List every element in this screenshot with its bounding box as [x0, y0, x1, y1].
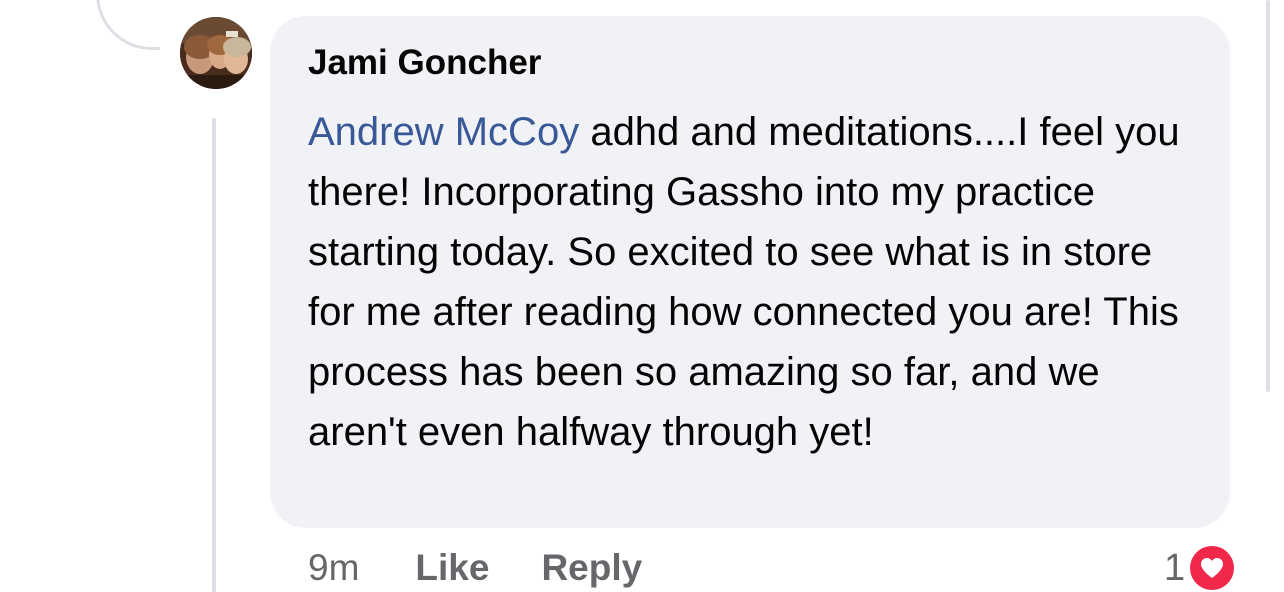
reply-button[interactable]: Reply [541, 547, 642, 589]
comment-timestamp[interactable]: 9m [308, 547, 359, 589]
love-heart-badge [1190, 546, 1235, 590]
comment-thread: Jami Goncher Andrew McCoy adhd and medit… [0, 0, 1284, 592]
like-button[interactable]: Like [415, 547, 489, 589]
reaction-count: 1 [1164, 546, 1186, 589]
comment-body: adhd and meditations....I feel you there… [308, 110, 1180, 454]
reply-thread-line [212, 118, 216, 592]
reaction-summary[interactable]: 1 [1164, 540, 1238, 592]
scroll-edge [1266, 0, 1270, 392]
profile-photo-icon [180, 17, 252, 89]
love-heart-icon [1187, 543, 1238, 592]
avatar[interactable] [180, 17, 252, 89]
comment-bubble: Jami Goncher Andrew McCoy adhd and medit… [270, 16, 1230, 528]
comment-actions: 9m Like Reply [308, 540, 694, 592]
heart-glyph-icon [1201, 558, 1224, 578]
mention-link[interactable]: Andrew McCoy [308, 110, 579, 154]
comment-author[interactable]: Jami Goncher [308, 41, 1194, 85]
thread-connector [96, 0, 160, 50]
comment-text: Andrew McCoy adhd and meditations....I f… [308, 102, 1208, 462]
